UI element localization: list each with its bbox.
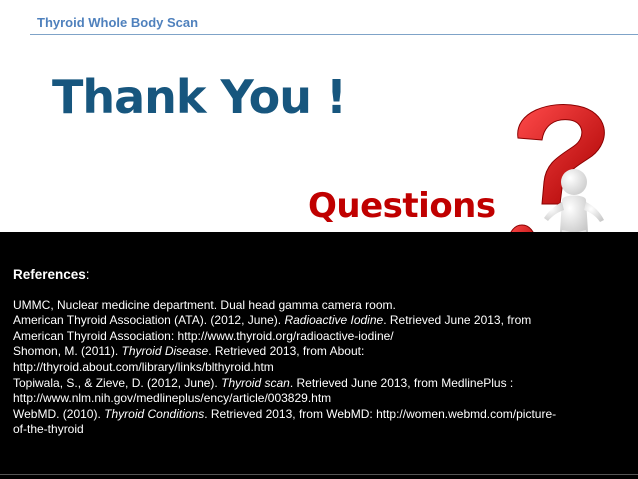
reference-title: Thyroid Disease (121, 344, 209, 359)
references-heading-text: References (13, 267, 86, 282)
thank-you-heading: Thank You ! (52, 70, 347, 124)
reference-text: Topiwala, S., & Zieve, D. (2012, June). (13, 375, 222, 390)
reference-text: of-the-thyroid (13, 422, 84, 437)
reference-text: American Thyroid Association: http://www… (13, 328, 394, 343)
reference-text: . Retrieved 2013, from WebMD: http://wom… (204, 406, 557, 421)
reference-text: . Retrieved June 2013, from (383, 313, 532, 328)
reference-text: Shomon, M. (2011). (13, 344, 122, 359)
reference-text: . Retrieved 2013, from About: (208, 344, 365, 359)
reference-text: UMMC, Nuclear medicine department. Dual … (13, 297, 396, 312)
reference-text: American Thyroid Association (ATA). (201… (13, 313, 285, 328)
reference-line: Shomon, M. (2011). Thyroid Disease. Retr… (13, 344, 628, 360)
references-heading: References: (13, 267, 628, 283)
reference-text: . Retrieved June 2013, from MedlinePlus … (289, 375, 514, 390)
reference-title: Radioactive Iodine (284, 313, 384, 328)
reference-line: WebMD. (2010). Thyroid Conditions. Retri… (13, 407, 628, 423)
references-block: References: UMMC, Nuclear medicine depar… (13, 267, 628, 438)
reference-line: UMMC, Nuclear medicine department. Dual … (13, 298, 628, 314)
reference-line: American Thyroid Association (ATA). (201… (13, 313, 628, 329)
reference-line: American Thyroid Association: http://www… (13, 329, 628, 345)
references-heading-colon: : (85, 267, 90, 282)
reference-line: http://thyroid.about.com/library/links/b… (13, 360, 628, 376)
bottom-divider (0, 474, 638, 475)
reference-title: Thyroid Conditions (104, 406, 205, 421)
reference-text: http://www.nlm.nih.gov/medlineplus/ency/… (13, 391, 332, 406)
reference-text: http://thyroid.about.com/library/links/b… (13, 359, 274, 374)
reference-line: of-the-thyroid (13, 422, 628, 438)
slide-header: Thyroid Whole Body Scan (30, 0, 638, 35)
questions-heading: Questions (308, 186, 496, 226)
reference-line: Topiwala, S., & Zieve, D. (2012, June). … (13, 376, 628, 392)
reference-line: http://www.nlm.nih.gov/medlineplus/ency/… (13, 391, 628, 407)
reference-title: Thyroid scan (221, 375, 290, 390)
slide-title: Thyroid Whole Body Scan (37, 15, 199, 30)
reference-text: WebMD. (2010). (13, 406, 105, 421)
